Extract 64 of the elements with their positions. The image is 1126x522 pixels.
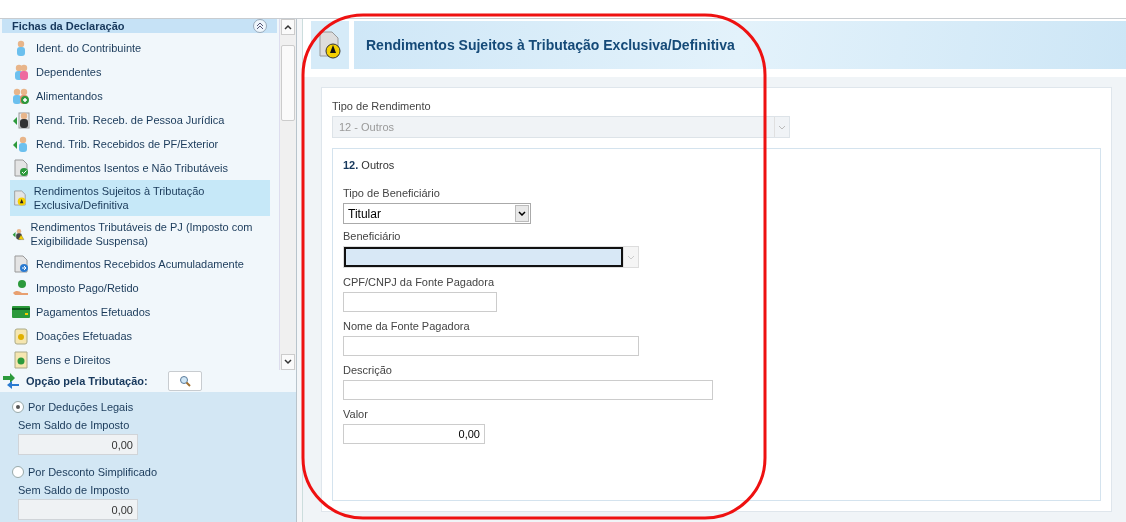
sidebar-item[interactable]: Rendimentos Recebidos Acumuladamente [10, 252, 270, 276]
sidebar-item[interactable]: Rendimentos Isentos e Não Tributáveis [10, 156, 270, 180]
balance-label: Sem Saldo de Imposto [18, 419, 131, 431]
section-title: 12. Outros [343, 159, 396, 171]
sidebar-item[interactable]: Rendimentos Tributáveis de PJ (Imposto com Exigibilidade Suspensa) [10, 216, 270, 252]
beneficiary-select[interactable] [343, 246, 639, 268]
sidebar-item[interactable]: Rend. Trib. Recebidos de PF/Exterior [10, 132, 270, 156]
field-label: CPF/CNPJ da Fonte Pagadora [343, 276, 496, 288]
scroll-down-button[interactable] [281, 354, 295, 370]
hand-coin-icon [12, 279, 30, 297]
input-field[interactable] [343, 292, 497, 312]
sidebar-item[interactable]: Doações Efetuadas [10, 324, 270, 348]
card-icon [12, 303, 30, 321]
document-coin-icon [12, 351, 30, 369]
chevron-down-icon [778, 124, 786, 130]
field-label: Valor [343, 408, 369, 420]
document-warning-icon [317, 30, 343, 60]
balance-field: 0,00 [18, 434, 138, 455]
taxation-title: Opção pela Tributação: [26, 375, 148, 387]
search-icon [178, 375, 191, 387]
sidebar-item[interactable]: Bens e Direitos [10, 348, 270, 372]
radio-button[interactable] [12, 401, 24, 413]
value-field[interactable]: 0,00 [343, 424, 485, 444]
sidebar-item[interactable]: Alimentandos [10, 84, 270, 108]
beneficiary-type-select[interactable]: Titular [343, 203, 531, 224]
arrow-person-icon [12, 111, 30, 129]
document-arrow-icon [12, 255, 30, 273]
field-label: Tipo de Beneficiário [343, 187, 441, 199]
radio-option[interactable]: Por Desconto Simplificado [12, 463, 296, 481]
arrow-person-icon [12, 135, 30, 153]
sidebar-item[interactable]: Imposto Pago/Retido [10, 276, 270, 300]
swap-arrows-icon [2, 373, 20, 389]
chevron-down-icon [518, 211, 526, 216]
page-title: Rendimentos Sujeitos à Tributação Exclusiva/Definitiva [366, 37, 735, 53]
field-label: Descrição [343, 364, 393, 376]
chevron-down-icon [284, 359, 292, 365]
people-plus-icon [12, 87, 30, 105]
sidebar-item[interactable]: Dependentes [10, 60, 270, 84]
scrollbar[interactable] [279, 19, 296, 370]
chevron-down-icon [627, 254, 635, 260]
chevron-up-icon [284, 24, 292, 30]
double-chevron-icon [256, 22, 265, 30]
collapse-button[interactable] [253, 19, 268, 33]
sidebar-item[interactable]: Rendimentos Sujeitos à Tributação Exclusiva/Definitiva [10, 180, 270, 216]
scroll-thumb[interactable] [281, 45, 295, 121]
field-label: Beneficiário [343, 230, 402, 242]
people-icon [12, 63, 30, 81]
input-field[interactable] [343, 380, 713, 400]
radio-button[interactable] [12, 466, 24, 478]
balance-label: Sem Saldo de Imposto [18, 484, 131, 496]
scroll-up-button[interactable] [281, 19, 295, 35]
coin-jar-icon [12, 327, 30, 345]
sidebar-item[interactable]: Rend. Trib. Receb. de Pessoa Jurídica [10, 108, 270, 132]
sidebar-item[interactable]: Ident. do Contribuinte [10, 36, 270, 60]
balance-field: 0,00 [18, 499, 138, 520]
search-button[interactable] [167, 371, 202, 391]
input-field[interactable] [343, 336, 639, 356]
field-label: Tipo de Rendimento [332, 100, 432, 112]
document-warning-icon [12, 189, 28, 207]
radio-option[interactable]: Por Deduções Legais [12, 398, 296, 416]
sidebar-item[interactable]: Pagamentos Efetuados [10, 300, 270, 324]
document-check-icon [12, 159, 30, 177]
sidebar-title: Fichas da Declaração [12, 20, 125, 32]
field-label: Nome da Fonte Pagadora [343, 320, 471, 332]
